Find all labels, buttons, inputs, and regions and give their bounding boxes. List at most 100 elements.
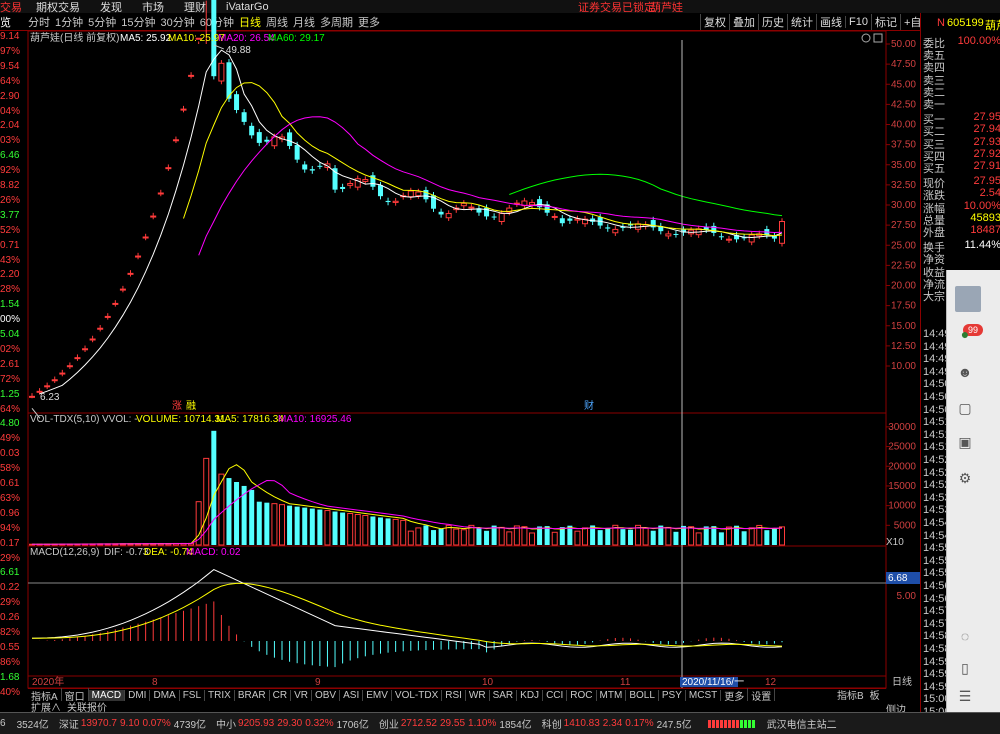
volume-tick-label: 25000 (888, 442, 916, 453)
indicator-tab-15[interactable]: WR (466, 689, 490, 701)
event-tag-margin: 融 (186, 400, 196, 412)
indicator-tab-22[interactable]: PSY (659, 689, 686, 701)
quote-row: 涨幅 10.00% (923, 199, 1000, 215)
index-name: 创业 (378, 720, 399, 731)
volume-bar-up (407, 530, 414, 546)
contacts-icon[interactable]: ☻ (955, 362, 975, 382)
indicator-tab-13[interactable]: VOL-TDX (392, 689, 443, 701)
price-tick-label: 27.50 (891, 220, 916, 231)
indicator-tab-23[interactable]: MCST (686, 689, 722, 701)
index-name: 中小 (216, 720, 237, 731)
volume-bar-down (559, 527, 565, 545)
indicator-tab-9[interactable]: VR (291, 689, 312, 701)
candle-body-down (377, 185, 383, 197)
indicator-tab-bar: 指标A 窗口 MACD DMI DMA FSL TRIX BRAR CR VR OBV ASI EMV V… (28, 687, 886, 703)
menu-icon[interactable]: ☰ (955, 686, 975, 706)
volume-bar-down (256, 501, 262, 545)
volume-bar-up (748, 527, 755, 546)
quote-row: 卖三 (923, 72, 1000, 87)
price-tick-label: 50.00 (891, 39, 916, 50)
candle-body-up (468, 206, 475, 209)
indicator-tab-4[interactable]: DMA (150, 689, 180, 701)
volume-bar-up (695, 532, 702, 546)
ma60-label: MA60: 29.17 (268, 33, 325, 44)
candle-body-up (89, 338, 96, 341)
candle-body-up (112, 302, 119, 305)
indicator-right-tab-0[interactable]: 指标B (834, 687, 867, 702)
candle-body-up (51, 379, 58, 382)
indicator-tab-17[interactable]: KDJ (517, 689, 544, 701)
candle-body-up (218, 62, 225, 82)
volume-bar-down (385, 518, 391, 545)
indicator-tab-11[interactable]: ASI (340, 689, 364, 701)
quote-row-value: 10.00% (963, 199, 1000, 212)
candle-body-up (142, 236, 149, 239)
indicator-tab-5[interactable]: FSL (180, 689, 206, 701)
candle-body-up (180, 108, 187, 111)
indicator-tab-19[interactable]: ROC (567, 689, 597, 701)
index-quote-group: 创业 2712.52 29.55 1.10% 1854亿 (379, 716, 535, 731)
volume-bar-down (484, 530, 490, 545)
indicator-tab-20[interactable]: MTM (597, 689, 627, 701)
volume-bar-down (438, 528, 444, 545)
indicator-tab-7[interactable]: BRAR (235, 689, 270, 701)
avatar[interactable] (955, 286, 981, 312)
volume-bar-up (642, 527, 649, 546)
volume-bar-down (249, 489, 255, 545)
candle-body-up (135, 255, 142, 258)
indicator-tab-18[interactable]: CCI (543, 689, 568, 701)
volume-bar-down (764, 530, 770, 545)
ma20-label: MA20: 26.54 (218, 33, 275, 44)
quote-row: 买三 27.93 (923, 136, 1000, 151)
candle-body-down (294, 145, 300, 160)
index-amount: 1706亿 (336, 720, 369, 731)
candle-body-up (665, 233, 672, 237)
quote-row: 现价 27.95 (923, 175, 1000, 190)
price-tick-label: 30.00 (891, 200, 916, 211)
folder-icon[interactable]: ▣ (955, 432, 975, 452)
volume-bar-up (460, 529, 467, 546)
candle-body-up (157, 192, 164, 195)
link-icon[interactable]: ◌ (955, 626, 975, 646)
index-change: 2.34 (602, 718, 623, 729)
candle-body-down (249, 125, 255, 136)
candle-body-up (104, 315, 111, 318)
index-quote-group: 科创 1410.83 2.34 0.17% 247.5亿 (542, 716, 695, 731)
macd-value-label: MACD: 0.02 (186, 547, 241, 558)
price-tick-label: 42.50 (891, 99, 916, 110)
indicator-tab-16[interactable]: SAR (490, 689, 518, 701)
candle-body-up (66, 365, 73, 368)
volume-bar-up (574, 530, 581, 546)
indicator-tab-10[interactable]: OBV (312, 689, 341, 701)
quote-row-value: 2.54 (979, 187, 1000, 200)
indicator-tab-6[interactable]: TRIX (205, 689, 235, 701)
volume-bar-up (354, 513, 361, 546)
box-icon[interactable]: ▢ (955, 398, 975, 418)
candle-body-down (718, 236, 724, 238)
indicator-tab-14[interactable]: RSI (442, 689, 466, 701)
volume-bar-up (195, 501, 202, 546)
phone-icon[interactable]: ▯ (955, 658, 975, 678)
ma20-line (198, 116, 783, 256)
kline-chart[interactable]: 50.00 47.50 45.00 42.50 40.00 37.50 35.00 32.50… (0, 0, 1000, 734)
indicator-tab-21[interactable]: BOLL (626, 689, 659, 701)
volume-bar-down (294, 506, 300, 545)
indicator-tab-3[interactable]: DMI (125, 689, 151, 701)
indicator-tab-8[interactable]: CR (270, 689, 292, 701)
chat-icon[interactable]: ● (955, 324, 975, 344)
candle-body-up (59, 372, 66, 375)
vvol-label: VVOL: - (102, 414, 138, 425)
server-station-label: 武汉电信主站二 (766, 720, 837, 731)
volume-bar-down (377, 517, 383, 545)
quote-row-label: 卖一 (923, 99, 945, 111)
date-axis-label: 9 (315, 677, 321, 688)
settings-icon[interactable]: ⚙ (955, 468, 975, 488)
volume-bar-down (620, 529, 626, 545)
quote-row: 委比 100.00% (923, 35, 1000, 50)
quote-row-value: 18487 (970, 224, 1000, 236)
quote-row: 换手 11.44% (923, 239, 1000, 254)
indicator-right-tab-1[interactable]: 板 (867, 687, 883, 702)
sidebar-toggle[interactable]: 侧边栏» (886, 701, 920, 731)
price-tick-label: 40.00 (891, 120, 916, 131)
indicator-tab-12[interactable]: EMV (363, 689, 392, 701)
